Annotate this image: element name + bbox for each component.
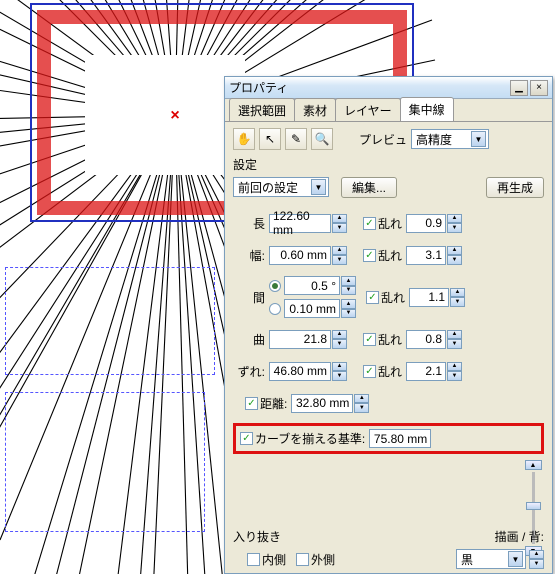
gap-degree-stepper[interactable]: ▲▼: [341, 276, 356, 295]
slider-thumb[interactable]: [526, 502, 541, 510]
curve-rand-input[interactable]: 0.8: [406, 330, 446, 349]
distance-stepper[interactable]: ▲▼: [354, 394, 369, 413]
gap-mm-stepper[interactable]: ▲▼: [341, 299, 356, 318]
align-input[interactable]: 75.80 mm: [369, 429, 431, 448]
align-checkbox[interactable]: ✓: [240, 432, 253, 445]
prev-setting-select[interactable]: 前回の設定▼: [233, 177, 329, 197]
distance-label: 距離:: [260, 395, 287, 412]
length-label: 長: [233, 215, 269, 232]
length-input[interactable]: 122.60 mm: [269, 214, 331, 233]
length-rand-input[interactable]: 0.9: [406, 214, 446, 233]
arrow-tool-icon[interactable]: ↖: [259, 128, 281, 150]
cutout-label: 入り抜き: [233, 528, 281, 545]
width-rand-input[interactable]: 3.1: [406, 246, 446, 265]
color-select[interactable]: 黒▼: [456, 549, 526, 569]
chevron-down-icon: ▼: [311, 179, 326, 195]
tab-layer[interactable]: レイヤー: [335, 98, 401, 121]
highlighted-row: ✓カーブを揃える基準: 75.80 mm: [233, 423, 544, 454]
gap-mm-input[interactable]: 0.10 mm: [284, 299, 340, 318]
color-stepper[interactable]: ▲▼: [529, 550, 544, 569]
width-rand-checkbox[interactable]: ✓: [363, 249, 376, 262]
tab-focusline[interactable]: 集中線: [400, 97, 454, 121]
width-rand-stepper[interactable]: ▲▼: [447, 246, 462, 265]
setting-label: 設定: [233, 156, 544, 173]
width-input[interactable]: 0.60 mm: [269, 246, 331, 265]
outer-checkbox[interactable]: ✓: [296, 553, 309, 566]
preview-mode-select[interactable]: 高精度▼: [411, 129, 489, 149]
length-rand-checkbox[interactable]: ✓: [363, 217, 376, 230]
titlebar[interactable]: プロパティ ▁ ×: [225, 77, 552, 99]
chevron-down-icon: ▼: [508, 551, 523, 567]
gap-rand-stepper[interactable]: ▲▼: [450, 288, 465, 307]
distance-input[interactable]: 32.80 mm: [291, 394, 353, 413]
curve-input[interactable]: 21.8: [269, 330, 331, 349]
tab-selection[interactable]: 選択範囲: [229, 98, 295, 121]
tab-bar: 選択範囲 素材 レイヤー 集中線: [225, 99, 552, 121]
width-label: 幅:: [233, 247, 269, 264]
draw-label: 描画 / 背:: [495, 528, 544, 545]
pencil-tool-icon[interactable]: ✎: [285, 128, 307, 150]
shift-stepper[interactable]: ▲▼: [332, 362, 347, 381]
gap-rand-input[interactable]: 1.1: [409, 288, 449, 307]
gap-degree-radio[interactable]: [269, 280, 281, 292]
properties-panel: プロパティ ▁ × 選択範囲 素材 レイヤー 集中線 ✋ ↖ ✎ 🔍 プレビュ …: [224, 76, 553, 574]
width-stepper[interactable]: ▲▼: [332, 246, 347, 265]
length-rand-stepper[interactable]: ▲▼: [447, 214, 462, 233]
tab-material[interactable]: 素材: [294, 98, 336, 121]
inner-checkbox[interactable]: ✓: [247, 553, 260, 566]
chevron-down-icon: ▼: [471, 131, 486, 147]
close-button[interactable]: ×: [530, 80, 548, 96]
length-stepper[interactable]: ▲▼: [332, 214, 347, 233]
distance-checkbox[interactable]: ✓: [245, 397, 258, 410]
slider-up-icon[interactable]: ▲: [525, 460, 542, 470]
shift-input[interactable]: 46.80 mm: [269, 362, 331, 381]
gap-rand-checkbox[interactable]: ✓: [366, 291, 379, 304]
align-label: カーブを揃える基準:: [255, 430, 365, 447]
edit-button[interactable]: 編集...: [341, 177, 397, 198]
minimize-button[interactable]: ▁: [510, 80, 528, 96]
selection-box: [5, 267, 215, 375]
preview-label: プレビュ: [359, 131, 407, 148]
curve-rand-stepper[interactable]: ▲▼: [447, 330, 462, 349]
regenerate-button[interactable]: 再生成: [486, 177, 544, 198]
panel-title: プロパティ: [229, 79, 508, 96]
shift-rand-stepper[interactable]: ▲▼: [447, 362, 462, 381]
gap-mm-radio[interactable]: [269, 303, 281, 315]
tab-body: ✋ ↖ ✎ 🔍 プレビュ 高精度▼ 設定 前回の設定▼ 編集... 再生成 長 …: [225, 121, 552, 573]
shift-label: ずれ:: [233, 363, 269, 380]
shift-rand-input[interactable]: 2.1: [406, 362, 446, 381]
curve-rand-checkbox[interactable]: ✓: [363, 333, 376, 346]
selection-box: [5, 392, 205, 532]
shift-rand-checkbox[interactable]: ✓: [363, 365, 376, 378]
magnifier-tool-icon[interactable]: 🔍: [311, 128, 333, 150]
curve-label: 曲: [233, 331, 269, 348]
gap-label: 間: [233, 289, 269, 306]
gap-degree-input[interactable]: 0.5 °: [284, 276, 340, 295]
center-cross-icon: ×: [167, 108, 183, 124]
hand-tool-icon[interactable]: ✋: [233, 128, 255, 150]
curve-stepper[interactable]: ▲▼: [332, 330, 347, 349]
